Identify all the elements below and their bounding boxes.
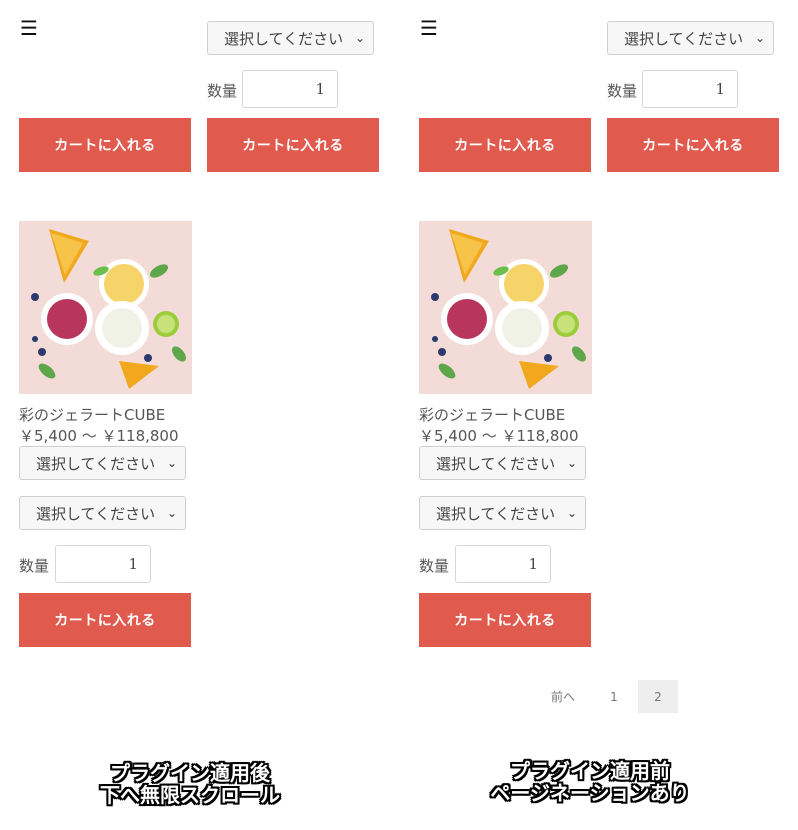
variant-select[interactable]: 選択してください ⌄ <box>607 21 774 55</box>
add-to-cart-button[interactable]: カートに入れる <box>207 118 379 172</box>
caption-line1: プラグイン適用前 <box>510 759 670 783</box>
right-panel: ☰ 選択してください ⌄ 数量 1 カートに入れる カートに入れる 彩のジェラー… <box>400 0 780 830</box>
product-price: ￥5,400 ～ ￥118,800 <box>19 427 179 445</box>
select-placeholder: 選択してください <box>36 504 156 523</box>
variant-select[interactable]: 選択してください ⌄ <box>419 496 586 530</box>
add-to-cart-button[interactable]: カートに入れる <box>607 118 779 172</box>
variant-select[interactable]: 選択してください ⌄ <box>19 446 186 480</box>
chevron-down-icon: ⌄ <box>566 506 577 520</box>
gelato-photo <box>19 221 192 394</box>
quantity-input[interactable]: 1 <box>642 70 738 108</box>
variant-select[interactable]: 選択してください ⌄ <box>419 446 586 480</box>
select-placeholder: 選択してください <box>436 504 556 523</box>
quantity-input[interactable]: 1 <box>242 70 338 108</box>
add-to-cart-button[interactable]: カートに入れる <box>19 118 191 172</box>
quantity-label: 数量 <box>207 82 238 100</box>
product-image[interactable] <box>419 221 592 394</box>
chevron-down-icon: ⌄ <box>566 456 577 470</box>
select-placeholder: 選択してください <box>624 29 744 48</box>
select-placeholder: 選択してください <box>36 454 156 473</box>
product-name[interactable]: 彩のジェラートCUBE <box>419 404 565 425</box>
gelato-photo <box>419 221 592 394</box>
chevron-down-icon: ⌄ <box>166 456 177 470</box>
add-to-cart-button[interactable]: カートに入れる <box>19 593 191 647</box>
select-placeholder: 選択してください <box>224 29 344 48</box>
pagination-page-1[interactable]: 1 <box>596 680 632 713</box>
quantity-input[interactable]: 1 <box>455 545 551 583</box>
quantity-label: 数量 <box>607 82 638 100</box>
quantity-label: 数量 <box>419 557 450 575</box>
caption: プラグイン適用前 ページネーションあり <box>400 760 780 804</box>
caption-line2: 下へ無限スクロール <box>100 783 280 807</box>
quantity-input[interactable]: 1 <box>55 545 151 583</box>
add-to-cart-button[interactable]: カートに入れる <box>419 593 591 647</box>
variant-select[interactable]: 選択してください ⌄ <box>19 496 186 530</box>
add-to-cart-button[interactable]: カートに入れる <box>419 118 591 172</box>
caption: プラグイン適用後 下へ無限スクロール <box>0 762 380 806</box>
chevron-down-icon: ⌄ <box>754 31 765 45</box>
product-name[interactable]: 彩のジェラートCUBE <box>19 404 165 425</box>
pagination-page-2[interactable]: 2 <box>638 680 678 713</box>
chevron-down-icon: ⌄ <box>166 506 177 520</box>
select-placeholder: 選択してください <box>436 454 556 473</box>
hamburger-icon[interactable]: ☰ <box>20 18 38 38</box>
product-price: ￥5,400 ～ ￥118,800 <box>419 427 579 445</box>
caption-line1: プラグイン適用後 <box>110 761 270 785</box>
variant-select[interactable]: 選択してください ⌄ <box>207 21 374 55</box>
product-image[interactable] <box>19 221 192 394</box>
caption-line2: ページネーションあり <box>490 781 690 805</box>
left-panel: ☰ 選択してください ⌄ 数量 1 カートに入れる カートに入れる 彩のジェラー… <box>0 0 380 830</box>
pagination-prev[interactable]: 前へ <box>538 680 588 713</box>
hamburger-icon[interactable]: ☰ <box>420 18 438 38</box>
quantity-label: 数量 <box>19 557 50 575</box>
chevron-down-icon: ⌄ <box>354 31 365 45</box>
